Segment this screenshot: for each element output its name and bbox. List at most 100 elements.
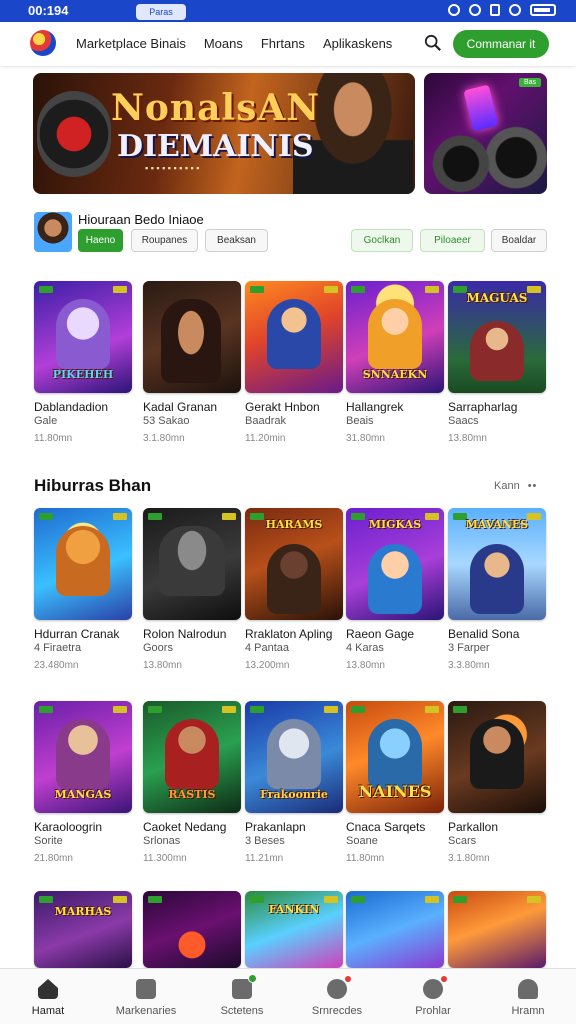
tab-home[interactable]: Hamat	[3, 979, 93, 1017]
sync-icon	[469, 4, 481, 16]
game-meta: 11.300mn	[143, 853, 187, 864]
character-art	[470, 321, 524, 381]
app-logo[interactable]	[30, 30, 56, 56]
game-thumbnail: MAVANES	[448, 508, 546, 620]
tab-label: Markenaries	[115, 1005, 177, 1017]
section-more-link[interactable]: Kann ••	[494, 480, 537, 492]
chip-boaldar[interactable]: Boaldar	[491, 229, 547, 252]
game-title: Parkallon	[448, 820, 499, 834]
hero-banner[interactable]: NonalsAN DIEMAINIS ▪ ▪ ▪ ▪ ▪ ▪ ▪ ▪ ▪ ▪	[33, 73, 415, 194]
game-card[interactable]: MAGUAS Sarrapharlag Saacs 13.80mn	[448, 281, 548, 444]
game-card[interactable]	[143, 891, 243, 968]
header-cta-button[interactable]: Commanar it	[453, 30, 549, 58]
game-meta: 3.1.80mn	[143, 433, 185, 444]
game-card[interactable]: HARAMS Rraklaton Apling 4 Pantaa 13.200m…	[245, 508, 345, 671]
nav-item-moans[interactable]: Moans	[204, 36, 243, 51]
user-icon	[518, 979, 538, 999]
character-art	[159, 526, 225, 596]
status-time: 00:194	[28, 3, 69, 18]
game-tag	[453, 706, 467, 713]
game-thumbnail: Frakoonrie	[245, 701, 343, 813]
character-art	[368, 299, 422, 369]
game-meta: 3.3.80mn	[448, 660, 490, 671]
location-icon	[448, 4, 460, 16]
game-title: Dablandadion	[34, 400, 109, 414]
chip-goclkan[interactable]: Goclkan	[351, 229, 413, 252]
game-card[interactable]	[346, 891, 446, 968]
chip-beaksan[interactable]: Beaksan	[205, 229, 268, 252]
game-tag	[39, 706, 53, 713]
nav-item-aplikaskens[interactable]: Aplikaskens	[323, 36, 392, 51]
tab-label: Hamat	[31, 1005, 65, 1017]
tab-marketplace[interactable]: Markenaries	[101, 979, 191, 1017]
game-tag	[250, 286, 264, 293]
game-card[interactable]: Kadal Granan 53 Sakao 3.1.80mn	[143, 281, 243, 444]
tab-label: Sctetens	[220, 1005, 264, 1017]
game-thumbnail: MANGAS	[34, 701, 132, 813]
chip-roupanes[interactable]: Roupanes	[131, 229, 198, 252]
game-subtitle: Goors	[143, 642, 173, 654]
game-title: Caoket Nedang	[143, 820, 227, 834]
tab-updates[interactable]: Sctetens	[197, 974, 287, 1017]
side-banner[interactable]: Bas	[424, 73, 547, 194]
game-title: Sarrapharlag	[448, 400, 518, 414]
game-logo-text: MANGAS	[54, 788, 112, 801]
game-card[interactable]: MARHAS	[34, 891, 134, 968]
battery-icon	[530, 4, 556, 16]
chip-haeno[interactable]: Haeno	[78, 229, 123, 252]
game-tag	[453, 896, 467, 903]
game-tag	[351, 896, 365, 903]
game-tag	[351, 286, 365, 293]
game-card[interactable]	[448, 891, 548, 968]
tab-account[interactable]: Hramn	[483, 979, 573, 1017]
chip-piloaeer[interactable]: Piloaeer	[420, 229, 485, 252]
game-card[interactable]: SNNAEKN Hallangrek Beais 31.80mn	[346, 281, 446, 444]
game-tag	[425, 706, 439, 713]
game-logo-text: MAVANES	[465, 518, 529, 531]
game-subtitle: 53 Sakao	[143, 415, 190, 427]
tab-messages[interactable]: Srnrecdes	[292, 976, 382, 1017]
game-logo-text: RASTIS	[168, 788, 216, 801]
nav-item-marketplace[interactable]: Marketplace Binais	[76, 36, 186, 51]
game-card[interactable]: MAVANES Benalid Sona 3 Farper 3.3.80mn	[448, 508, 548, 671]
game-logo-text: MARHAS	[54, 905, 112, 918]
game-title: Prakanlapn	[245, 820, 306, 834]
bottom-nav: Hamat Markenaries Sctetens Srnrecdes Pro…	[0, 968, 576, 1024]
game-thumbnail: NAINES	[346, 701, 444, 813]
phone-art	[463, 84, 499, 132]
game-card[interactable]: Frakoonrie Prakanlapn 3 Beses 11.21mn	[245, 701, 345, 864]
chat-icon	[327, 976, 351, 999]
game-logo-text: SNNAEKN	[362, 368, 428, 381]
game-meta: 13.200mn	[245, 660, 290, 671]
game-tag	[113, 286, 127, 293]
game-card[interactable]: FANKIN	[245, 891, 345, 968]
game-card[interactable]: Hdurran Cranak 4 Firaetra 23.480mn	[34, 508, 134, 671]
character-art	[165, 719, 219, 789]
search-icon[interactable]	[424, 34, 442, 52]
nav-item-fhrtans[interactable]: Fhrtans	[261, 36, 305, 51]
game-tag	[250, 896, 264, 903]
game-card[interactable]: RASTIS Caoket Nedang Srlonas 11.300mn	[143, 701, 243, 864]
game-subtitle: Gale	[34, 415, 58, 427]
game-title: Benalid Sona	[448, 627, 520, 641]
game-card[interactable]: Rolon Nalrodun Goors 13.80mn	[143, 508, 243, 671]
banner-subtitle-art: ▪ ▪ ▪ ▪ ▪ ▪ ▪ ▪ ▪ ▪	[145, 163, 200, 173]
game-meta: 21.80mn	[34, 853, 73, 864]
game-tag	[324, 896, 338, 903]
badge-dot	[441, 976, 447, 982]
game-thumbnail: PIKEHEH	[34, 281, 132, 393]
game-card[interactable]: Gerakt Hnbon Baadrak 11.20min	[245, 281, 345, 444]
game-title: Hdurran Cranak	[34, 627, 120, 641]
game-meta: 13.80mn	[143, 660, 182, 671]
featured-avatar[interactable]	[34, 212, 72, 252]
game-card[interactable]: NAINES Cnaca Sarqets Soane 11.80mn	[346, 701, 446, 864]
game-card[interactable]: Parkallon Scars 3.1.80mn	[448, 701, 548, 864]
game-card[interactable]: MIGKAS Raeon Gage 4 Karas 13.80mn	[346, 508, 446, 671]
game-card[interactable]: PIKEHEH Dablandadion Gale 11.80mn	[34, 281, 134, 444]
game-title: Karaoloogrin	[34, 820, 103, 834]
game-thumbnail: HARAMS	[245, 508, 343, 620]
tab-profile[interactable]: Prohlar	[388, 976, 478, 1017]
game-card[interactable]: MANGAS Karaoloogrin Sorite 21.80mn	[34, 701, 134, 864]
character-art	[267, 719, 321, 789]
game-title: Rraklaton Apling	[245, 627, 333, 641]
